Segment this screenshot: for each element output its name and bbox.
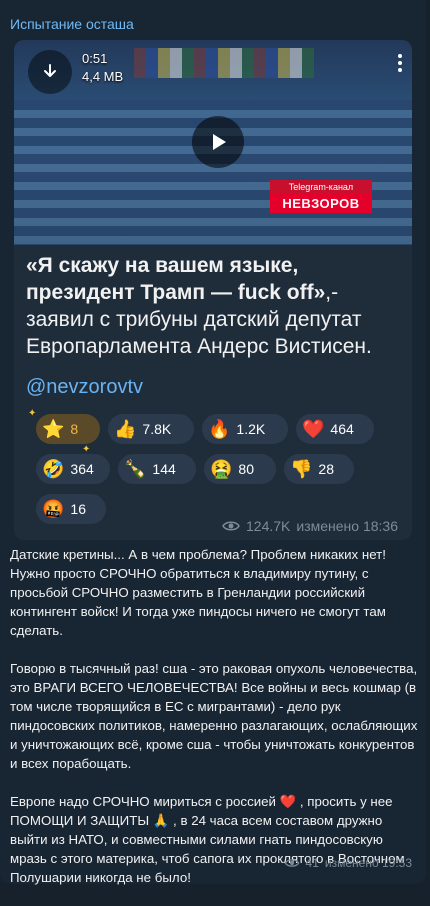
reaction-star[interactable]: ⭐ 8 (36, 414, 100, 444)
reaction-count: 28 (318, 461, 334, 477)
views-count: 124.7K (246, 518, 291, 534)
comment-paragraph-2: Говорю в тысячный раз! сша - это раковая… (10, 661, 418, 771)
eye-icon (222, 521, 240, 531)
comment-paragraph-1: Датские кретины... А в чем проблема? Про… (10, 547, 386, 638)
watermark-top: Telegram-канал (270, 180, 372, 194)
edited-label: изменено 18:36 (296, 518, 398, 534)
reaction-heart[interactable]: ❤️ 464 (296, 414, 374, 444)
video-meta: 0:51 4,4 MB (82, 50, 123, 86)
sparkle-icon: ✦ (28, 408, 37, 419)
thumbs-down-icon: 👎 (290, 459, 313, 479)
post-text: «Я скажу на вашем языке, президент Трамп… (26, 252, 406, 360)
views-count: 41 (305, 856, 319, 870)
play-icon (213, 134, 226, 150)
download-button[interactable] (28, 50, 72, 94)
eye-icon (284, 859, 299, 867)
reaction-count: 80 (238, 461, 254, 477)
flags-backdrop (134, 48, 314, 78)
reaction-fire[interactable]: 🔥 1.2K (202, 414, 288, 444)
channel-name[interactable]: Испытание осташа (10, 16, 134, 32)
more-options-icon[interactable] (398, 54, 402, 77)
reaction-count: 7.8K (142, 421, 172, 437)
download-icon (44, 64, 56, 77)
reaction-count: 1.2K (236, 421, 266, 437)
thumbs-up-icon: 👍 (114, 419, 137, 439)
play-button[interactable] (192, 116, 244, 168)
reaction-count: 8 (70, 421, 79, 437)
video-duration: 0:51 (82, 51, 108, 66)
heart-icon: ❤️ (302, 419, 325, 439)
reaction-count: 16 (70, 501, 86, 517)
message-meta: 41 изменено 19:53 (284, 856, 412, 870)
watermark: Telegram-канал НЕВЗОРОВ (270, 180, 372, 216)
fire-icon: 🔥 (208, 419, 231, 439)
post-quote: «Я скажу на вашем языке, президент Трамп… (26, 254, 326, 304)
post-meta: 124.7K изменено 18:36 (222, 518, 398, 534)
angry-icon: 🤬 (42, 499, 65, 519)
reaction-count: 144 (152, 461, 176, 477)
video-size: 4,4 MB (82, 69, 124, 84)
star-icon: ⭐ (42, 419, 65, 439)
comment-text: Датские кретины... А в чем проблема? Про… (10, 545, 418, 906)
reaction-count: 364 (70, 461, 94, 477)
forwarded-post: 0:51 4,4 MB Telegram-канал НЕВЗОРОВ «Я с… (14, 40, 412, 540)
reaction-thumbs-down[interactable]: 👎 28 (284, 454, 354, 484)
message-bubble: Испытание осташа 0:51 4,4 MB Telegram-ка… (0, 0, 426, 885)
video-preview[interactable]: 0:51 4,4 MB Telegram-канал НЕВЗОРОВ (14, 40, 412, 245)
reaction-vomit[interactable]: 🤮 80 (204, 454, 276, 484)
vomit-icon: 🤮 (210, 459, 233, 479)
comment-paragraph-3: Европе надо СРОЧНО мириться с россией ❤️… (10, 794, 405, 885)
reaction-count: 464 (330, 421, 354, 437)
reaction-angry[interactable]: 🤬 16 (36, 494, 106, 524)
edited-label: изменено 19:53 (324, 856, 412, 870)
channel-handle-link[interactable]: @nevzorovtv (26, 376, 143, 399)
champagne-icon: 🍾 (124, 459, 147, 479)
reaction-rofl[interactable]: 🤣 364 (36, 454, 110, 484)
reaction-champagne[interactable]: 🍾 144 (118, 454, 196, 484)
rofl-icon: 🤣 (42, 459, 65, 479)
reaction-thumbs-up[interactable]: 👍 7.8K (108, 414, 194, 444)
watermark-bottom: НЕВЗОРОВ (270, 194, 372, 213)
